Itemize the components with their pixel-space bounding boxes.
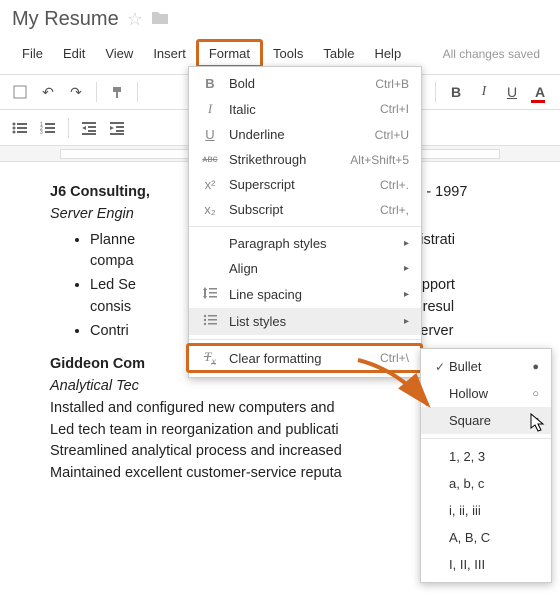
list-styles-submenu: ✓Bullet● Hollow○ Square■ 1, 2, 3 a, b, c… (420, 348, 552, 583)
sm-square[interactable]: Square■ (421, 407, 551, 434)
menu-table[interactable]: Table (313, 42, 364, 65)
menu-edit[interactable]: Edit (53, 42, 95, 65)
menu-file[interactable]: File (12, 42, 53, 65)
bold-icon[interactable]: B (444, 80, 468, 104)
dd-clear-formatting[interactable]: TxClear formattingCtrl+\ (189, 344, 421, 373)
dd-paragraph-styles[interactable]: Paragraph styles▸ (189, 231, 421, 256)
sm-i-ii-iii[interactable]: i, ii, iii (421, 497, 551, 524)
sm-123[interactable]: 1, 2, 3 (421, 443, 551, 470)
numbered-list-icon[interactable]: 123 (36, 116, 60, 140)
dd-list-styles[interactable]: List styles▸ (189, 308, 421, 335)
undo-icon[interactable]: ↶ (36, 80, 60, 104)
folder-icon[interactable] (151, 9, 169, 30)
tb-action-1[interactable] (8, 80, 32, 104)
svg-text:3: 3 (40, 130, 43, 135)
outdent-icon[interactable] (77, 116, 101, 140)
redo-icon[interactable]: ↷ (64, 80, 88, 104)
menu-view[interactable]: View (95, 42, 143, 65)
underline-icon[interactable]: U (500, 80, 524, 104)
dd-italic[interactable]: IItalicCtrl+I (189, 96, 421, 122)
text-color-icon[interactable]: A (528, 80, 552, 104)
save-status: All changes saved (443, 47, 548, 61)
format-dropdown: BBoldCtrl+B IItalicCtrl+I UUnderlineCtrl… (188, 66, 422, 378)
menu-format[interactable]: Format (196, 39, 263, 68)
star-icon[interactable]: ☆ (127, 9, 143, 30)
indent-icon[interactable] (105, 116, 129, 140)
dd-strikethrough[interactable]: ᴀʙcStrikethroughAlt+Shift+5 (189, 147, 421, 172)
document-title[interactable]: My Resume (12, 8, 119, 31)
sm-hollow[interactable]: Hollow○ (421, 380, 551, 407)
italic-icon[interactable]: I (472, 80, 496, 104)
bullet-list-icon[interactable] (8, 116, 32, 140)
sm-I-II-III[interactable]: I, II, III (421, 551, 551, 578)
doc-text: Giddeon Com (50, 356, 145, 372)
dd-subscript[interactable]: x₂SubscriptCtrl+, (189, 197, 421, 222)
paint-format-icon[interactable] (105, 80, 129, 104)
menu-tools[interactable]: Tools (263, 42, 313, 65)
dd-underline[interactable]: UUnderlineCtrl+U (189, 122, 421, 147)
dd-line-spacing[interactable]: Line spacing▸ (189, 281, 421, 308)
sm-ABC[interactable]: A, B, C (421, 524, 551, 551)
menu-help[interactable]: Help (364, 42, 411, 65)
menu-insert[interactable]: Insert (143, 42, 196, 65)
menubar: File Edit View Insert Format Tools Table… (12, 39, 548, 68)
dd-superscript[interactable]: x²SuperscriptCtrl+. (189, 172, 421, 197)
sm-bullet[interactable]: ✓Bullet● (421, 353, 551, 380)
dd-bold[interactable]: BBoldCtrl+B (189, 71, 421, 96)
doc-text: J6 Consulting, (50, 184, 154, 200)
dd-align[interactable]: Align▸ (189, 256, 421, 281)
sm-abc[interactable]: a, b, c (421, 470, 551, 497)
